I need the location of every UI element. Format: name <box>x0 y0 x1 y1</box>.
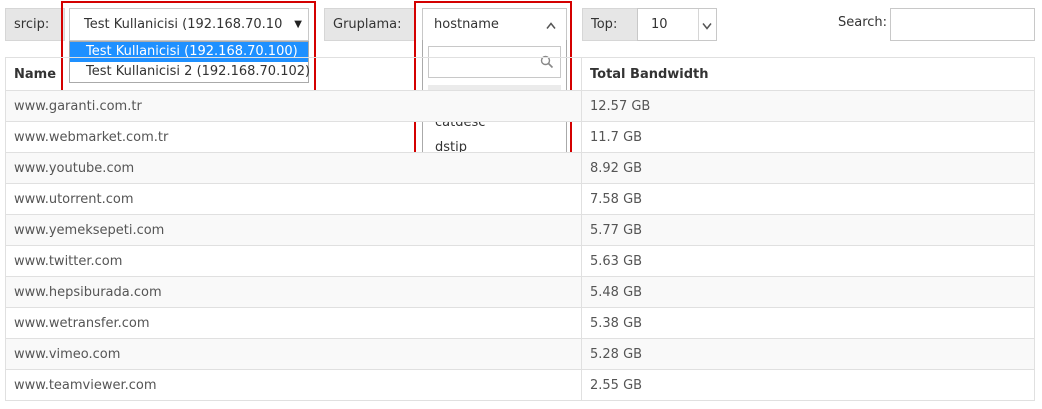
row-name: www.utorrent.com <box>5 183 582 215</box>
chevron-down-icon <box>702 23 712 30</box>
row-bandwidth: 5.48 GB <box>581 276 1035 308</box>
row-name: www.wetransfer.com <box>5 307 582 339</box>
table-row: www.garanti.com.tr 12.57 GB <box>5 90 1035 122</box>
row-bandwidth: 7.58 GB <box>581 183 1035 215</box>
column-header-name[interactable]: Name <box>5 57 582 91</box>
search-label: Search: <box>838 15 888 30</box>
bandwidth-table: Name Total Bandwidth www.garanti.com.tr 1… <box>5 57 1035 401</box>
top-divider <box>698 9 699 40</box>
row-name: www.hepsiburada.com <box>5 276 582 308</box>
row-name: www.youtube.com <box>5 152 582 184</box>
row-bandwidth: 11.7 GB <box>581 121 1035 153</box>
column-header-bandwidth[interactable]: Total Bandwidth <box>581 57 1035 91</box>
row-bandwidth: 5.38 GB <box>581 307 1035 339</box>
table-row: www.vimeo.com 5.28 GB <box>5 338 1035 370</box>
table-header-row: Name Total Bandwidth <box>5 57 1035 91</box>
table-row: www.hepsiburada.com 5.48 GB <box>5 276 1035 308</box>
row-bandwidth: 8.92 GB <box>581 152 1035 184</box>
row-name: www.yemeksepeti.com <box>5 214 582 246</box>
row-name: www.garanti.com.tr <box>5 90 582 122</box>
table-row: www.utorrent.com 7.58 GB <box>5 183 1035 215</box>
grouping-label: Gruplama: <box>324 8 416 41</box>
table-row: www.wetransfer.com 5.38 GB <box>5 307 1035 339</box>
srcip-label: srcip: <box>5 8 65 41</box>
search-input[interactable] <box>890 8 1035 41</box>
table-row: www.youtube.com 8.92 GB <box>5 152 1035 184</box>
row-bandwidth: 5.77 GB <box>581 214 1035 246</box>
row-name: www.twitter.com <box>5 245 582 277</box>
table-row: www.twitter.com 5.63 GB <box>5 245 1035 277</box>
top-value: 10 <box>651 17 668 32</box>
row-bandwidth: 5.28 GB <box>581 338 1035 370</box>
row-name: www.webmarket.com.tr <box>5 121 582 153</box>
top-label: Top: <box>582 8 638 41</box>
row-name: www.teamviewer.com <box>5 369 582 401</box>
table-row: www.webmarket.com.tr 11.7 GB <box>5 121 1035 153</box>
table-row: www.teamviewer.com 2.55 GB <box>5 369 1035 401</box>
row-bandwidth: 12.57 GB <box>581 90 1035 122</box>
row-bandwidth: 5.63 GB <box>581 245 1035 277</box>
row-name: www.vimeo.com <box>5 338 582 370</box>
table-row: www.yemeksepeti.com 5.77 GB <box>5 214 1035 246</box>
top-select[interactable]: 10 <box>637 8 717 41</box>
row-bandwidth: 2.55 GB <box>581 369 1035 401</box>
